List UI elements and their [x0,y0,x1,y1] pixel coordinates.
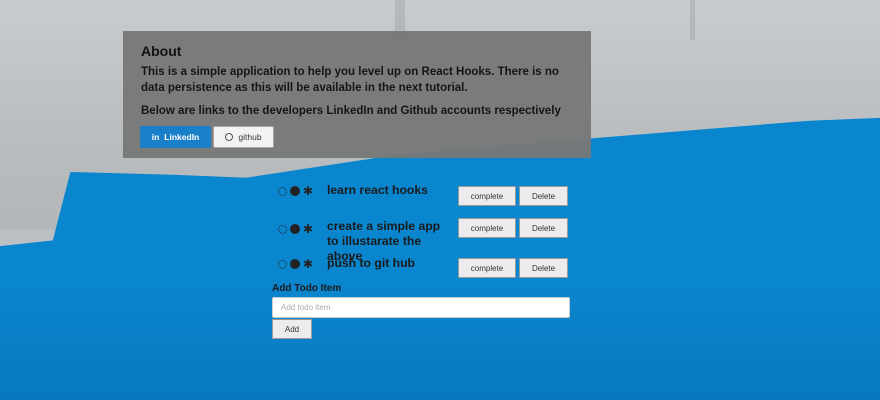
complete-button[interactable]: complete [458,186,516,206]
linkedin-label: LinkedIn [164,132,200,142]
circle-icon [290,259,300,269]
todo-icons: ✱ [278,184,314,198]
github-button[interactable]: github [213,126,274,148]
delete-button[interactable]: Delete [519,186,568,206]
add-todo-input[interactable] [272,297,570,318]
linkedin-button[interactable]: in LinkedIn [140,126,211,148]
todo-icons: ✱ [278,222,314,236]
delete-button[interactable]: Delete [519,218,568,238]
gear-icon: ✱ [303,222,314,236]
wall-scuff [690,0,695,40]
spinner-icon [278,224,287,234]
add-todo-label: Add Todo Item [272,283,342,294]
spinner-icon [278,259,287,269]
todo-text: learn react hooks [327,183,428,197]
gear-icon: ✱ [303,257,314,271]
todo-icons: ✱ [278,257,314,271]
add-button[interactable]: Add [272,319,312,339]
delete-button[interactable]: Delete [519,258,568,278]
circle-icon [290,224,300,234]
github-icon [225,133,234,141]
about-title: About [141,43,182,59]
complete-button[interactable]: complete [458,218,516,238]
about-panel: About This is a simple application to he… [123,31,591,158]
github-label: github [238,132,262,142]
gear-icon: ✱ [303,184,314,198]
complete-button[interactable]: complete [458,258,516,278]
social-buttons: in LinkedIn github [140,126,274,148]
about-links-text: Below are links to the developers Linked… [141,105,561,117]
spinner-icon [278,186,287,196]
circle-icon [290,186,300,196]
todo-text: push to git hub [327,256,415,270]
about-description: This is a simple application to help you… [141,66,559,94]
linkedin-icon: in [151,132,160,142]
